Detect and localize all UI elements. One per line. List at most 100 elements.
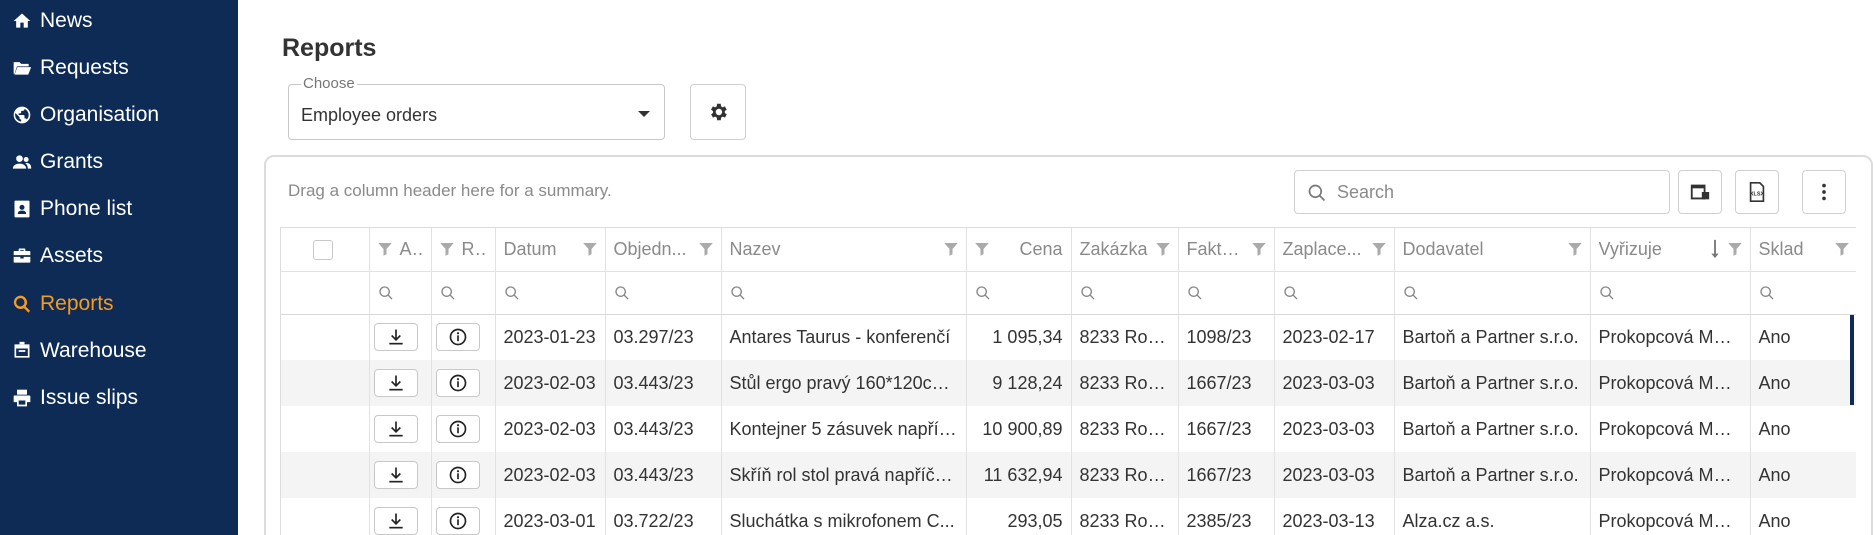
report-select[interactable]: Choose Employee orders (288, 75, 665, 140)
filter-cell-nazev[interactable] (721, 271, 967, 315)
download-button[interactable] (373, 323, 418, 352)
column-header-zakazka[interactable]: Zakázka (1071, 228, 1179, 272)
column-header-a[interactable]: A... (369, 228, 432, 272)
filter-cell-sklad[interactable] (1750, 271, 1856, 315)
sidebar-item-requests[interactable]: Requests (12, 53, 129, 83)
table-row[interactable]: 2023-02-03 03.443/23 Stůl ergo pravý 160*1… (281, 360, 1856, 406)
grid-search[interactable] (1294, 170, 1670, 214)
filter-icon[interactable] (1726, 240, 1744, 258)
contact-card-icon (12, 197, 40, 221)
column-header-nazev[interactable]: Nazev (721, 228, 967, 272)
sidebar-item-reports[interactable]: Reports (12, 289, 114, 319)
sort-descending-icon[interactable] (1708, 238, 1722, 260)
search-input[interactable] (1337, 179, 1657, 205)
cell-vyrizuje: Prokopcová Marie (1590, 360, 1751, 406)
sidebar-item-organisation[interactable]: Organisation (12, 100, 159, 130)
filter-cell-faktura[interactable] (1178, 271, 1275, 315)
info-button[interactable] (435, 461, 480, 489)
info-button[interactable] (435, 507, 480, 535)
filter-icon[interactable] (1566, 240, 1584, 258)
cell-cena: 10 900,89 (966, 406, 1072, 452)
column-header-sklad[interactable]: Sklad (1750, 228, 1856, 272)
cell-zaplaceno: 2023-03-03 (1274, 360, 1395, 406)
info-button[interactable] (435, 415, 480, 443)
filter-cell-zaplaceno[interactable] (1274, 271, 1395, 315)
download-button[interactable] (373, 415, 418, 443)
column-header-objednavka[interactable]: Objedn... (605, 228, 722, 272)
cell-vyrizuje: Prokopcová Marie (1590, 452, 1751, 498)
column-header-cena[interactable]: Cena (966, 228, 1072, 272)
settings-button[interactable] (690, 84, 746, 140)
download-cell (369, 360, 432, 406)
column-chooser-button[interactable] (1678, 170, 1722, 214)
filter-cell-cena[interactable] (966, 271, 1072, 315)
filter-icon[interactable] (1833, 240, 1851, 258)
filter-cell-dodavatel[interactable] (1394, 271, 1591, 315)
sidebar-item-issue-slips[interactable]: Issue slips (12, 383, 138, 413)
vertical-scrollbar[interactable] (1850, 315, 1854, 405)
filter-cell-zakazka[interactable] (1071, 271, 1179, 315)
export-xlsx-button[interactable]: XLSX (1735, 170, 1779, 214)
download-button[interactable] (373, 369, 418, 397)
sidebar-item-warehouse[interactable]: Warehouse (12, 336, 147, 366)
column-header-dodavatel[interactable]: Dodavatel (1394, 228, 1591, 272)
select-all-checkbox[interactable] (313, 239, 333, 260)
filter-cell-vyrizuje[interactable] (1590, 271, 1751, 315)
data-table: A... R... Datum Objedn... Nazev Cena Zak… (280, 227, 1856, 535)
column-chooser-icon (1690, 184, 1710, 200)
cell-nazev: Skříň rol stol pravá napříč 8... (721, 452, 967, 498)
column-header-vyrizuje[interactable]: Vyřizuje (1590, 228, 1751, 272)
filter-icon[interactable] (973, 240, 991, 258)
filter-cell-r[interactable] (431, 271, 496, 315)
row-select-cell[interactable] (281, 452, 370, 498)
filter-icon[interactable] (942, 240, 960, 258)
cell-cena: 11 632,94 (966, 452, 1072, 498)
more-options-button[interactable] (1802, 170, 1846, 214)
filter-icon[interactable] (697, 240, 715, 258)
filter-icon[interactable] (438, 240, 456, 258)
sidebar-item-grants[interactable]: Grants (12, 147, 103, 177)
row-select-cell[interactable] (281, 360, 370, 406)
table-row[interactable]: 2023-01-23 03.297/23 Antares Taurus - konf… (281, 314, 1856, 360)
select-all-header[interactable] (281, 228, 370, 272)
column-header-datum[interactable]: Datum (495, 228, 606, 272)
cell-faktura: 1098/23 (1178, 314, 1275, 360)
info-button[interactable] (435, 323, 480, 352)
cell-nazev: Sluchátka s mikrofonem C... (721, 498, 967, 535)
filter-icon[interactable] (1250, 240, 1268, 258)
cell-cena: 293,05 (966, 498, 1072, 535)
download-button[interactable] (373, 461, 418, 489)
sidebar-item-phone-list[interactable]: Phone list (12, 194, 132, 224)
filter-cell-datum[interactable] (495, 271, 606, 315)
info-button[interactable] (435, 369, 480, 397)
filter-cell-objednavka[interactable] (605, 271, 722, 315)
row-select-cell[interactable] (281, 498, 370, 535)
filter-icon[interactable] (581, 240, 599, 258)
download-icon (388, 467, 403, 483)
filter-icon[interactable] (376, 240, 394, 258)
sidebar-item-assets[interactable]: Assets (12, 241, 103, 271)
sidebar-item-news[interactable]: News (12, 6, 93, 36)
filter-icon[interactable] (1370, 240, 1388, 258)
table-row[interactable]: 2023-02-03 03.443/23 Kontejner 5 zásuvek n… (281, 406, 1856, 452)
filter-cell-a[interactable] (369, 271, 432, 315)
filter-icon[interactable] (1154, 240, 1172, 258)
info-cell (431, 360, 496, 406)
row-select-cell[interactable] (281, 406, 370, 452)
search-icon (378, 286, 392, 300)
cell-datum: 2023-01-23 (495, 314, 606, 360)
cell-objednavka: 03.443/23 (605, 452, 722, 498)
table-row[interactable]: 2023-03-01 03.722/23 Sluchátka s mikrofone… (281, 498, 1856, 535)
cell-zakazka: 8233 Rozvoj... (1071, 452, 1179, 498)
sidebar: News Requests Organisation Grants Phone … (0, 0, 238, 535)
info-cell (431, 452, 496, 498)
cell-objednavka: 03.722/23 (605, 498, 722, 535)
column-header-r[interactable]: R... (431, 228, 496, 272)
column-header-faktura[interactable]: Faktura (1178, 228, 1275, 272)
column-header-zaplaceno[interactable]: Zaplace... (1274, 228, 1395, 272)
download-cell (369, 498, 432, 535)
cell-faktura: 1667/23 (1178, 406, 1275, 452)
table-row[interactable]: 2023-02-03 03.443/23 Skříň rol stol pravá … (281, 452, 1856, 498)
download-button[interactable] (373, 507, 418, 535)
row-select-cell[interactable] (281, 314, 370, 360)
